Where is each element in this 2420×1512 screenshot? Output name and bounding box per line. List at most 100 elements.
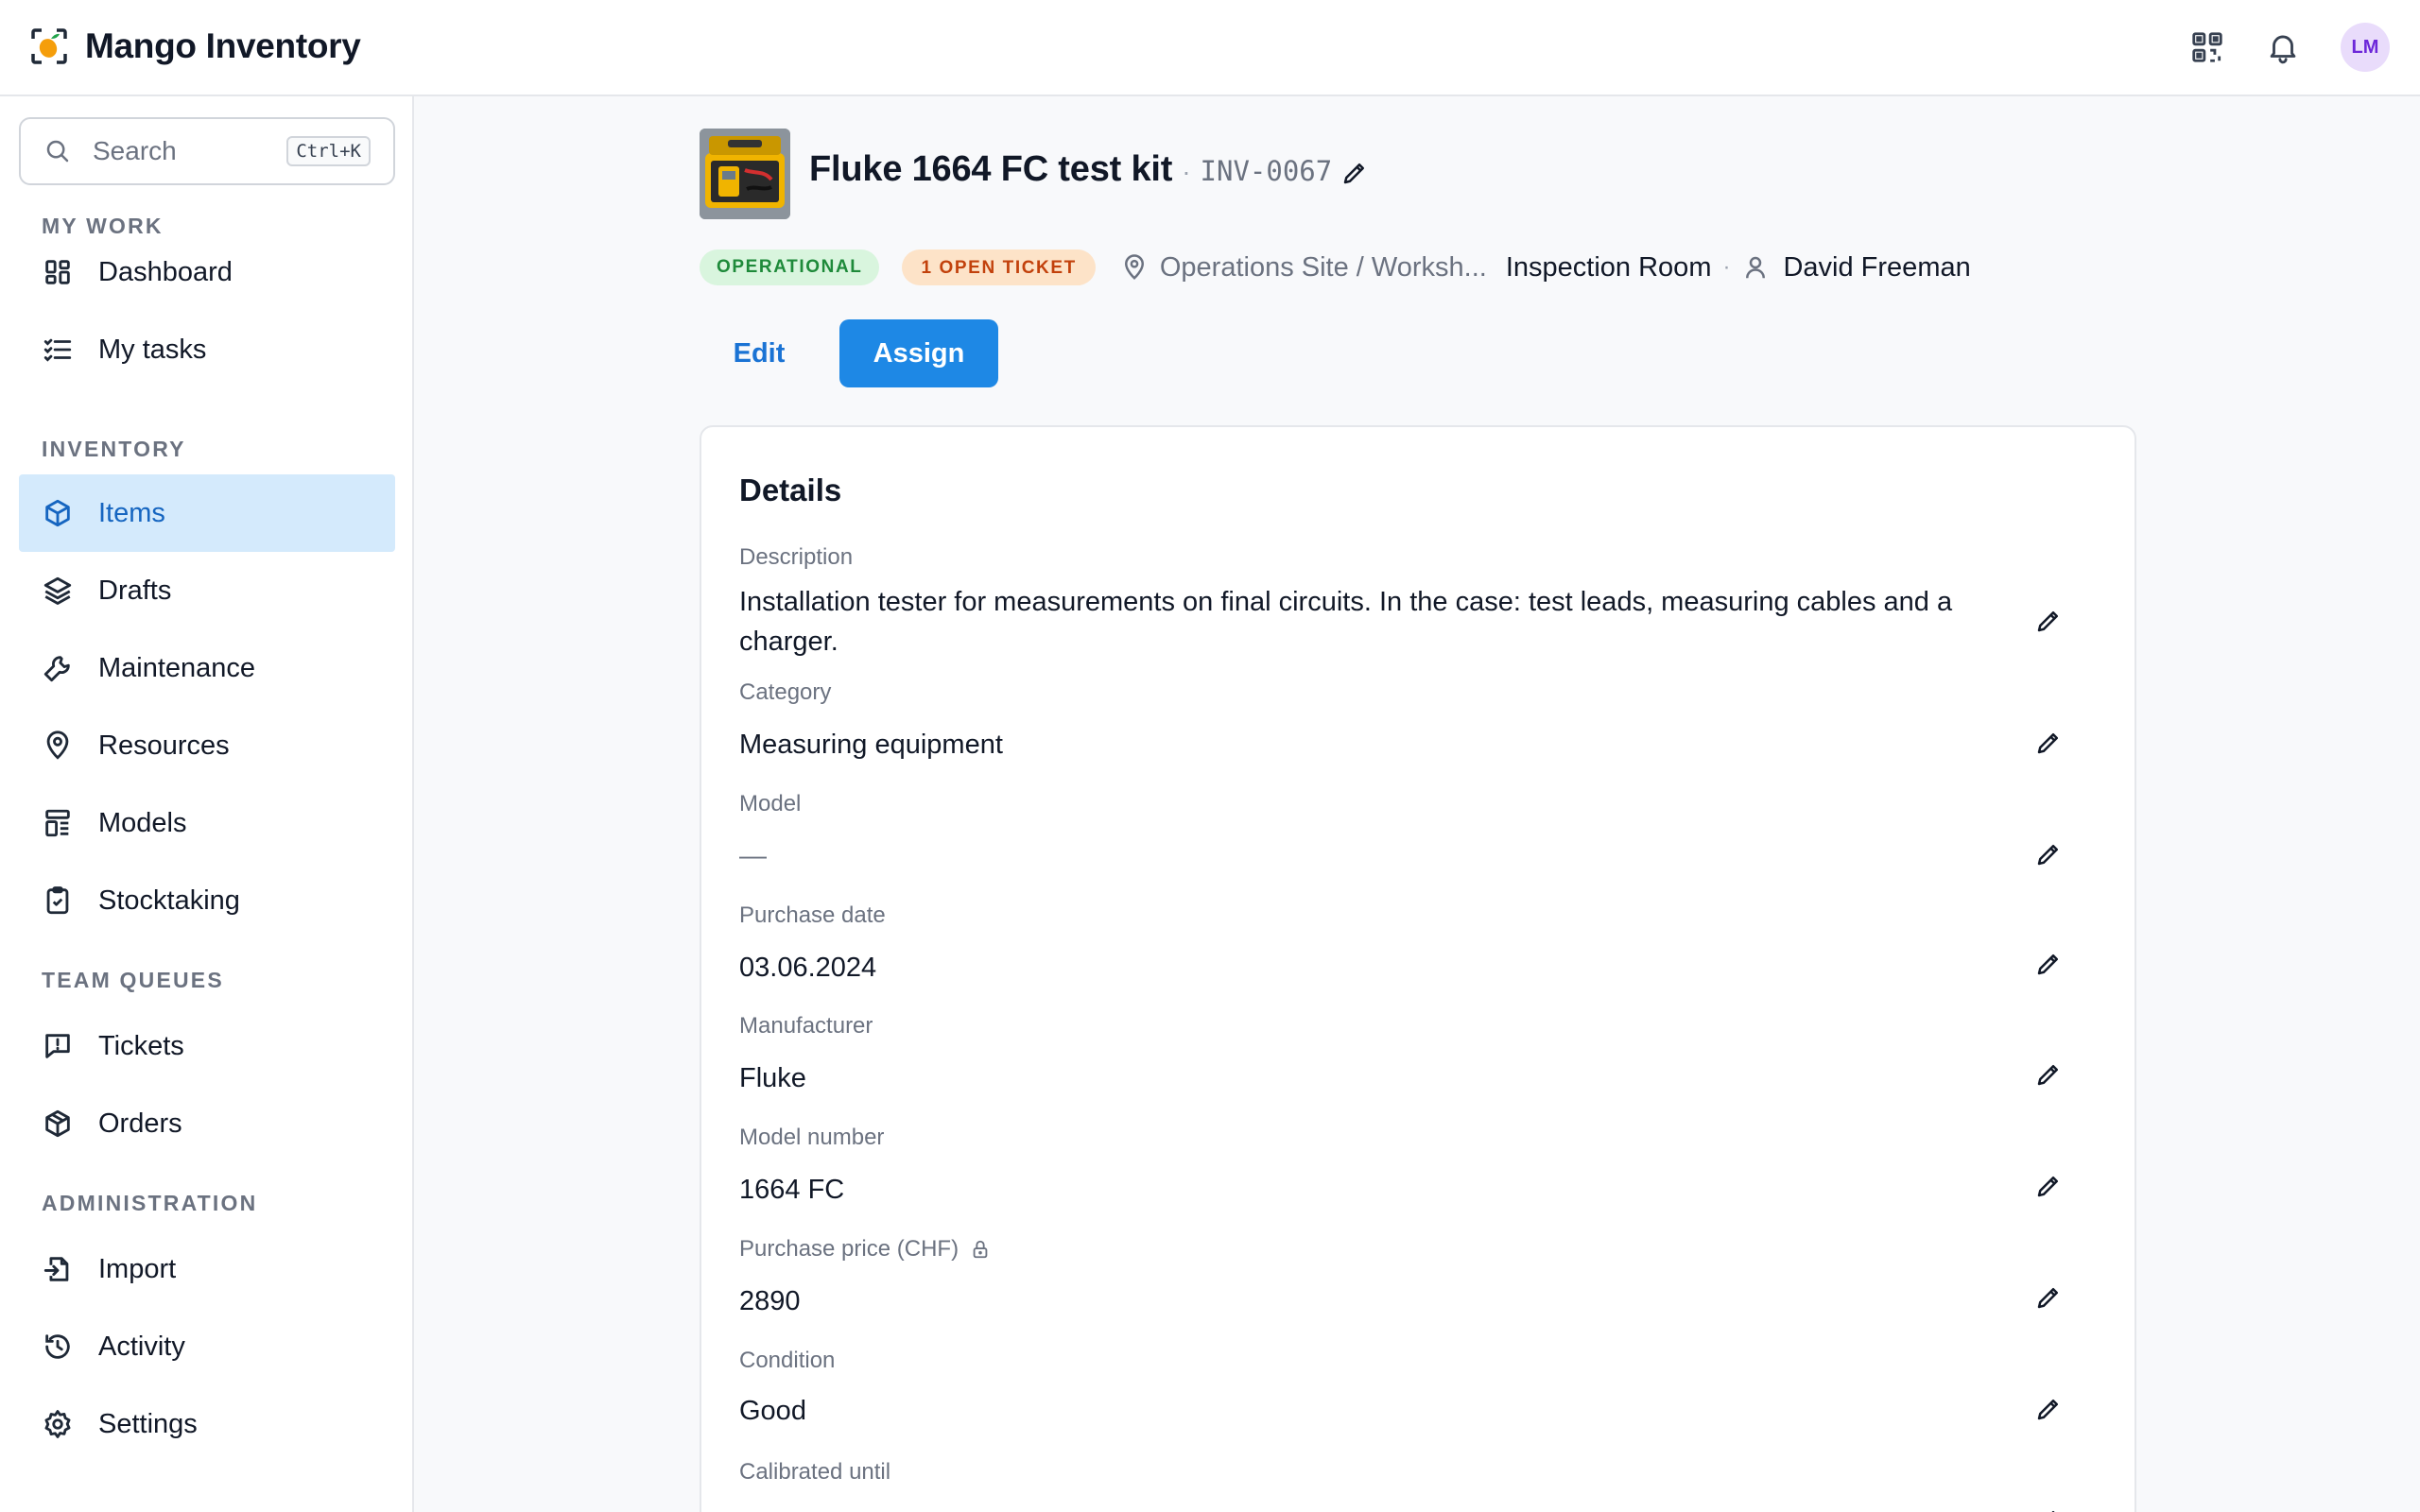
sidebar-item-orders[interactable]: Orders [19, 1085, 395, 1162]
models-icon [45, 809, 70, 837]
user-avatar[interactable]: LM [2341, 23, 2390, 72]
sidebar-item-label: Models [98, 807, 187, 838]
field-model: Model — [739, 791, 2063, 876]
field-label-text: Manufacturer [739, 1013, 873, 1039]
sidebar-item-label: Maintenance [98, 652, 256, 683]
edit-purchase-price-pencil-icon[interactable] [2034, 1283, 2063, 1312]
sidebar-item-tickets[interactable]: Tickets [19, 1007, 395, 1085]
sidebar-item-label: Import [98, 1253, 177, 1284]
sidebar-item-resources[interactable]: Resources [19, 707, 395, 784]
edit-calibrated-until-pencil-icon[interactable] [2034, 1506, 2063, 1512]
details-title: Details [739, 472, 842, 507]
history-icon [45, 1334, 70, 1359]
field-value: Good [739, 1396, 806, 1426]
assignee-name[interactable]: David Freeman [1783, 252, 1970, 284]
sidebar-item-dashboard[interactable]: Dashboard [19, 233, 395, 311]
field-purchase-date: Purchase date 03.06.2024 [739, 902, 2063, 988]
qr-code-icon[interactable] [2189, 29, 2225, 65]
sidebar-item-label: Items [98, 497, 165, 528]
search-input[interactable]: Search Ctrl+K [19, 117, 395, 185]
field-value: — [739, 841, 767, 871]
sidebar-item-settings[interactable]: Settings [19, 1385, 395, 1463]
sidebar-item-label: Orders [98, 1108, 182, 1139]
sidebar-item-drafts[interactable]: Drafts [19, 552, 395, 629]
assign-button[interactable]: Assign [839, 319, 998, 387]
field-value: Measuring equipment [739, 730, 1003, 760]
field-label: Model [739, 791, 2063, 817]
sidebar-item-label: My tasks [98, 334, 207, 365]
lock-icon [973, 1240, 988, 1259]
edit-title-pencil-icon[interactable] [1340, 159, 1369, 187]
search-shortcut: Ctrl+K [286, 136, 371, 166]
field-label: Purchase date [739, 902, 2063, 929]
location-site-link[interactable]: Operations Site / Worksh... [1160, 252, 1487, 284]
mango-logo-icon [31, 28, 67, 64]
section-label-inventory: INVENTORY [42, 437, 186, 461]
import-icon [43, 1257, 69, 1281]
layers-icon [43, 576, 72, 605]
item-title-row: Fluke 1664 FC test kit · INV-0067 [809, 149, 1332, 190]
field-label: Calibrated until [739, 1459, 2063, 1486]
edit-model-pencil-icon[interactable] [2034, 840, 2063, 868]
field-value: 03.06.2024 [739, 953, 877, 983]
field-label: Model number [739, 1125, 2063, 1151]
item-meta-row: OPERATIONAL 1 OPEN TICKET Operations Sit… [700, 248, 1971, 287]
field-label-text: Model [739, 791, 802, 816]
package-icon [45, 1109, 70, 1138]
field-label: Description [739, 544, 2063, 571]
field-label: Condition [739, 1348, 2063, 1374]
dashboard-icon [45, 260, 70, 284]
title-separator: · [1182, 157, 1191, 186]
main-content: Fluke 1664 FC test kit · INV-0067 OPERAT… [416, 96, 2420, 1512]
sidebar-item-label: Dashboard [98, 256, 233, 287]
location-pin-icon [46, 730, 69, 760]
sidebar-item-label: Stocktaking [98, 885, 240, 916]
bell-icon[interactable] [2265, 29, 2301, 65]
top-actions: LM [2189, 23, 2390, 72]
field-value: Installation tester for measurements on … [739, 587, 1953, 657]
edit-manufacturer-pencil-icon[interactable] [2034, 1060, 2063, 1089]
tasks-icon [43, 338, 72, 362]
field-manufacturer: Manufacturer Fluke [739, 1013, 2063, 1098]
field-value: Fluke [739, 1063, 806, 1093]
gear-icon [44, 1410, 71, 1438]
edit-model-number-pencil-icon[interactable] [2034, 1172, 2063, 1200]
location-pin-icon [1124, 254, 1144, 280]
person-icon [1746, 256, 1766, 279]
field-model-number: Model number 1664 FC [739, 1125, 2063, 1210]
ticket-alert-icon [45, 1034, 70, 1058]
edit-category-pencil-icon[interactable] [2034, 729, 2063, 757]
edit-button[interactable]: Edit [700, 319, 819, 387]
edit-condition-pencil-icon[interactable] [2034, 1395, 2063, 1423]
field-condition: Condition Good [739, 1348, 2063, 1431]
field-label-text: Description [739, 544, 854, 570]
sidebar-item-stocktaking[interactable]: Stocktaking [19, 862, 395, 939]
sidebar-item-models[interactable]: Models [19, 784, 395, 862]
field-label-text: Model number [739, 1125, 885, 1150]
field-purchase-price: Purchase price (CHF) 2890 [739, 1236, 2063, 1321]
clipboard-check-icon [46, 886, 69, 915]
edit-description-pencil-icon[interactable] [2034, 607, 2063, 635]
item-code: INV-0067 [1200, 155, 1333, 187]
field-description: Description Installation tester for meas… [739, 544, 2063, 662]
item-thumbnail[interactable] [700, 129, 790, 219]
status-badge: OPERATIONAL [700, 249, 880, 285]
field-label: Purchase price (CHF) [739, 1236, 2063, 1263]
location-room[interactable]: Inspection Room [1506, 252, 1712, 284]
section-label-team-queues: TEAM QUEUES [42, 968, 224, 992]
wrench-icon [43, 656, 70, 682]
open-ticket-badge[interactable]: 1 OPEN TICKET [902, 249, 1096, 285]
sidebar-item-label: Tickets [98, 1030, 184, 1061]
cube-icon [45, 499, 70, 527]
sidebar-item-my-tasks[interactable]: My tasks [19, 311, 395, 388]
brand[interactable]: Mango Inventory [30, 26, 361, 66]
field-value: 2890 [739, 1286, 801, 1316]
sidebar-item-label: Resources [98, 730, 230, 761]
sidebar-item-activity[interactable]: Activity [19, 1308, 395, 1385]
field-label: Manufacturer [739, 1013, 2063, 1040]
edit-purchase-date-pencil-icon[interactable] [2034, 950, 2063, 978]
sidebar-item-import[interactable]: Import [19, 1230, 395, 1308]
field-label-text: Calibrated until [739, 1459, 891, 1485]
sidebar-item-items[interactable]: Items [19, 474, 395, 552]
sidebar-item-maintenance[interactable]: Maintenance [19, 629, 395, 707]
